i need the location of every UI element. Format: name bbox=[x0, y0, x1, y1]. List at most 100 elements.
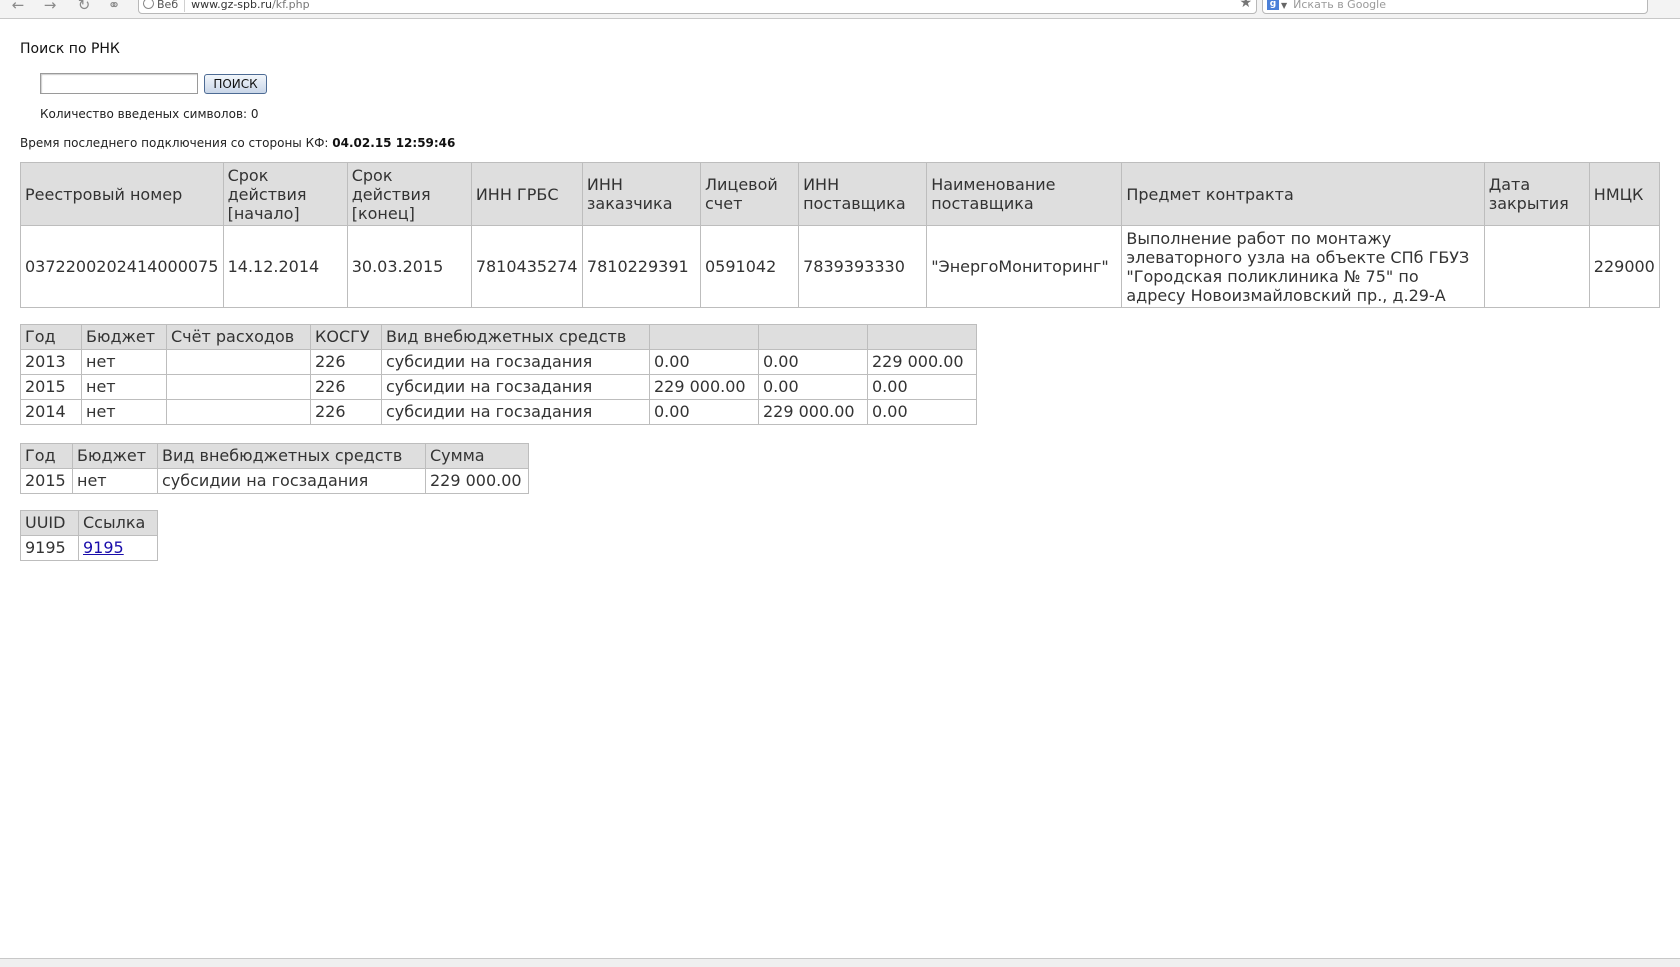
table-row: 2014 нет 226 субсидии на госзадания 0.00 … bbox=[20, 399, 977, 425]
table-cell: 0.00 bbox=[867, 374, 977, 400]
table-cell: "ЭнергоМониторинг" bbox=[926, 225, 1123, 308]
table-cell bbox=[166, 399, 311, 425]
column-header: ИНН ГРБС bbox=[470, 162, 583, 226]
column-header bbox=[867, 324, 977, 350]
column-header: Бюджет bbox=[72, 443, 158, 469]
table-cell: 229000 bbox=[1588, 225, 1661, 308]
column-header: Предмет контракта bbox=[1121, 162, 1485, 226]
table-cell: 2013 bbox=[20, 349, 82, 375]
table-cell bbox=[166, 374, 311, 400]
column-header: ИНН поставщика bbox=[798, 162, 928, 226]
search-input[interactable] bbox=[40, 73, 198, 94]
table-header-row: Год Бюджет Счёт расходов КОСГУ Вид внебюджет… bbox=[20, 324, 977, 350]
table-cell: 0372200202414000075 bbox=[20, 225, 224, 308]
symbol-count: Количество введеных символов: 0 bbox=[40, 107, 259, 121]
search-placeholder: Искать в Google bbox=[1293, 0, 1386, 11]
table-cell: 7810229391 bbox=[581, 225, 702, 308]
google-icon: g bbox=[1267, 0, 1279, 10]
table-cell: 0.00 bbox=[649, 349, 759, 375]
url-domain: www.gz-spb.ru bbox=[191, 0, 272, 11]
table-cell: 229 000.00 bbox=[425, 468, 529, 494]
table-cell: 7810435274 bbox=[470, 225, 583, 308]
table-cell: субсидии на госзадания bbox=[381, 374, 650, 400]
back-arrow-icon[interactable]: ← bbox=[8, 0, 28, 13]
page-title: Поиск по РНК bbox=[20, 41, 120, 57]
column-header: Наименование поставщика bbox=[926, 162, 1123, 226]
column-header: КОСГУ bbox=[310, 324, 382, 350]
table-cell: 226 bbox=[310, 349, 382, 375]
table-cell: нет bbox=[72, 468, 158, 494]
table-cell: 229 000.00 bbox=[758, 399, 868, 425]
table-cell bbox=[166, 349, 311, 375]
chevron-down-icon[interactable]: ▼ bbox=[1281, 1, 1287, 10]
url-text[interactable]: www.gz-spb.ru/kf.php bbox=[185, 0, 309, 11]
table-cell: 9195 bbox=[78, 535, 158, 561]
column-header: Бюджет bbox=[81, 324, 167, 350]
forward-arrow-icon[interactable]: → bbox=[40, 0, 60, 13]
table-cell: 14.12.2014 bbox=[222, 225, 348, 308]
table-cell bbox=[1483, 225, 1590, 308]
table-cell: 0.00 bbox=[758, 374, 868, 400]
column-header: Год bbox=[20, 324, 82, 350]
browser-toolbar: ← → ↻ ⚭ Веб www.gz-spb.ru/kf.php ★ g ▼ Иска… bbox=[0, 0, 1680, 19]
table-row: 2015 нет субсидии на госзадания 229 000.00 bbox=[20, 468, 529, 494]
url-path: /kf.php bbox=[272, 0, 310, 11]
column-header: НМЦК bbox=[1588, 162, 1661, 226]
search-button[interactable]: ПОИСК bbox=[204, 74, 267, 94]
column-header: Вид внебюджетных средств bbox=[157, 443, 426, 469]
table-cell: 7839393330 bbox=[798, 225, 928, 308]
table-header-row: Реестровый номер Срок действия [начало] Ср… bbox=[20, 162, 1661, 226]
google-search-box[interactable]: g ▼ Искать в Google bbox=[1262, 0, 1648, 14]
table-cell: 2015 bbox=[20, 374, 82, 400]
key-icon[interactable]: ⚭ bbox=[104, 0, 124, 13]
table-cell: субсидии на госзадания bbox=[381, 399, 650, 425]
table-cell: 229 000.00 bbox=[649, 374, 759, 400]
table-cell: 9195 bbox=[20, 535, 79, 561]
table-cell: 0.00 bbox=[867, 399, 977, 425]
bookmark-star-icon[interactable]: ★ bbox=[1239, 0, 1252, 10]
table-cell: 2015 bbox=[20, 468, 73, 494]
column-header: Срок действия [конец] bbox=[346, 162, 472, 226]
table-cell: 0591042 bbox=[699, 225, 800, 308]
table-row: 2013 нет 226 субсидии на госзадания 0.00 … bbox=[20, 349, 977, 375]
column-header: UUID bbox=[20, 510, 79, 536]
globe-icon bbox=[143, 0, 154, 9]
column-header bbox=[758, 324, 868, 350]
contract-table: Реестровый номер Срок действия [начало] Ср… bbox=[20, 162, 1661, 308]
sum-table: Год Бюджет Вид внебюджетных средств Сумма 2… bbox=[20, 443, 529, 494]
table-cell: 226 bbox=[310, 374, 382, 400]
table-row: 0372200202414000075 14.12.2014 30.03.2015 7… bbox=[20, 225, 1661, 308]
table-cell: субсидии на госзадания bbox=[157, 468, 426, 494]
last-connection-label: Время последнего подключения со стороны … bbox=[20, 136, 329, 150]
column-header: Реестровый номер bbox=[20, 162, 224, 226]
table-cell: субсидии на госзадания bbox=[381, 349, 650, 375]
table-cell: 0.00 bbox=[758, 349, 868, 375]
column-header: Счёт расходов bbox=[166, 324, 311, 350]
column-header: Сумма bbox=[425, 443, 529, 469]
web-label: Веб bbox=[157, 0, 179, 11]
column-header: Срок действия [начало] bbox=[222, 162, 348, 226]
table-header-row: UUID Ссылка bbox=[20, 510, 158, 536]
column-header: Дата закрытия bbox=[1483, 162, 1590, 226]
table-cell: 30.03.2015 bbox=[346, 225, 472, 308]
table-cell: нет bbox=[81, 374, 167, 400]
record-link[interactable]: 9195 bbox=[83, 538, 124, 557]
column-header: Вид внебюджетных средств bbox=[381, 324, 650, 350]
column-header: Ссылка bbox=[78, 510, 158, 536]
table-row: 2015 нет 226 субсидии на госзадания 229 0… bbox=[20, 374, 977, 400]
column-header: Год bbox=[20, 443, 73, 469]
table-cell: 226 bbox=[310, 399, 382, 425]
last-connection-value: 04.02.15 12:59:46 bbox=[332, 136, 456, 150]
column-header bbox=[649, 324, 759, 350]
last-connection: Время последнего подключения со стороны … bbox=[20, 136, 455, 150]
column-header: Лицевой счет bbox=[699, 162, 800, 226]
table-cell: нет bbox=[81, 399, 167, 425]
table-cell: 2014 bbox=[20, 399, 82, 425]
web-security-indicator[interactable]: Веб bbox=[139, 0, 186, 12]
address-bar[interactable]: Веб www.gz-spb.ru/kf.php ★ bbox=[138, 0, 1257, 14]
table-cell: 229 000.00 bbox=[867, 349, 977, 375]
budget-table: Год Бюджет Счёт расходов КОСГУ Вид внебюджет… bbox=[20, 324, 977, 425]
reload-icon[interactable]: ↻ bbox=[74, 0, 94, 13]
table-row: 9195 9195 bbox=[20, 535, 158, 561]
column-header: ИНН заказчика bbox=[581, 162, 702, 226]
